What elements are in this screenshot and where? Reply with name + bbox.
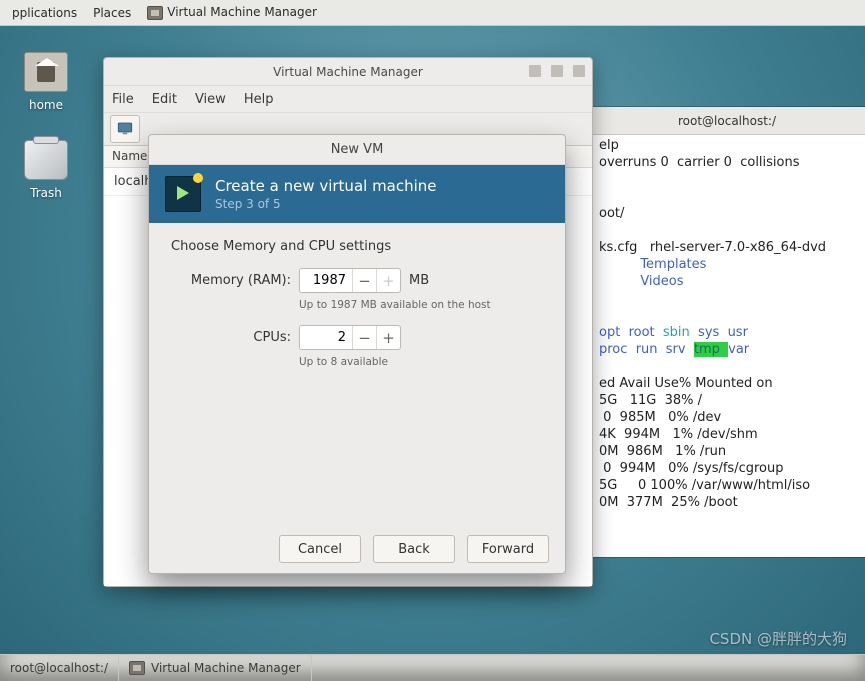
menu-edit[interactable]: Edit — [152, 92, 177, 107]
gnome-top-bar: pplications Places Virtual Machine Manag… — [0, 0, 865, 26]
dialog-banner: Create a new virtual machine Step 3 of 5 — [149, 165, 565, 223]
trash-icon — [24, 140, 68, 180]
memory-increment: + — [376, 269, 400, 292]
cpu-increment[interactable]: + — [376, 326, 400, 349]
maximize-icon[interactable] — [551, 65, 563, 77]
desktop-trash[interactable]: Trash — [24, 140, 68, 200]
cpu-decrement[interactable]: − — [352, 326, 376, 349]
watermark: CSDN @胖胖的大狗 — [709, 628, 847, 649]
memory-input[interactable] — [300, 269, 352, 292]
cpu-label: CPUs: — [171, 330, 291, 345]
cpu-hint: Up to 8 available — [299, 356, 543, 368]
memory-decrement[interactable]: − — [352, 269, 376, 292]
desktop-home-label: home — [29, 98, 63, 112]
active-app-label: Virtual Machine Manager — [167, 5, 317, 19]
desktop-trash-label: Trash — [30, 186, 62, 200]
section-title: Choose Memory and CPU settings — [171, 239, 543, 254]
menu-help[interactable]: Help — [244, 92, 274, 107]
monitor-icon — [116, 120, 134, 138]
vmm-icon — [147, 6, 163, 20]
cpu-input[interactable] — [300, 326, 352, 349]
vm-create-icon — [165, 176, 201, 212]
active-app[interactable]: Virtual Machine Manager — [139, 5, 325, 20]
menu-view[interactable]: View — [195, 92, 226, 107]
back-button[interactable]: Back — [373, 535, 455, 563]
terminal-output: elp overruns 0 carrier 0 collisions oot/… — [599, 137, 855, 511]
dialog-title[interactable]: New VM — [149, 135, 565, 165]
bottom-taskbar: root@localhost:/ Virtual Machine Manager — [0, 654, 865, 681]
new-vm-dialog: New VM Create a new virtual machine Step… — [148, 134, 566, 574]
vmm-icon — [129, 661, 145, 675]
terminal-window[interactable]: root@localhost:/ elp overruns 0 carrier … — [588, 107, 865, 557]
memory-spinner: − + — [299, 268, 401, 293]
menu-places[interactable]: Places — [85, 6, 139, 20]
task-vmm[interactable]: Virtual Machine Manager — [119, 655, 312, 681]
dialog-heading: Create a new virtual machine — [215, 177, 437, 195]
terminal-title: root@localhost:/ — [589, 107, 865, 135]
menu-applications[interactable]: pplications — [4, 6, 85, 20]
cpu-spinner: − + — [299, 325, 401, 350]
cancel-button[interactable]: Cancel — [279, 535, 361, 563]
vmm-title: Virtual Machine Manager — [273, 65, 423, 79]
task-terminal[interactable]: root@localhost:/ — [0, 655, 119, 681]
dialog-footer: Cancel Back Forward — [149, 525, 565, 573]
vmm-titlebar[interactable]: Virtual Machine Manager — [104, 58, 592, 86]
dialog-step: Step 3 of 5 — [215, 197, 437, 211]
memory-unit: MB — [409, 273, 429, 288]
vmm-menubar: File Edit View Help — [104, 86, 592, 112]
memory-hint: Up to 1987 MB available on the host — [299, 299, 543, 311]
forward-button[interactable]: Forward — [467, 535, 549, 563]
memory-label: Memory (RAM): — [171, 273, 291, 288]
minimize-icon[interactable] — [529, 65, 541, 77]
new-vm-button[interactable] — [110, 115, 140, 143]
menu-file[interactable]: File — [112, 92, 134, 107]
close-icon[interactable] — [573, 65, 585, 77]
home-icon — [24, 52, 68, 92]
desktop-home[interactable]: home — [24, 52, 68, 112]
